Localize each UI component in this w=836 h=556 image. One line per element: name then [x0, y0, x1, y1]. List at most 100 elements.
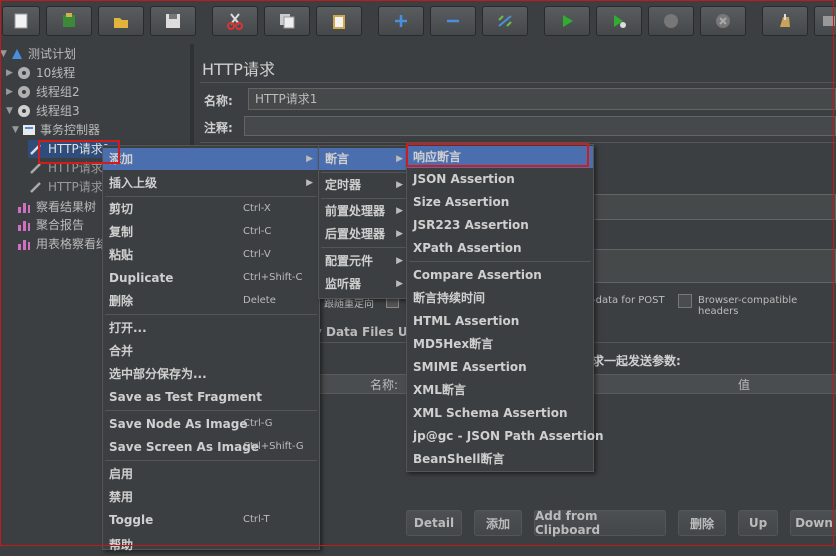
paste-button[interactable]: [316, 6, 362, 36]
tree-node-test-plan[interactable]: ▼ 测试计划: [0, 45, 76, 63]
up-button[interactable]: Up: [738, 510, 778, 536]
menu-item-response-assertion[interactable]: 响应断言: [407, 146, 593, 168]
column-header-value[interactable]: 值: [738, 376, 750, 393]
menu-item-toggle[interactable]: Toggle Ctrl-T: [103, 509, 319, 531]
menu-item-size-assertion[interactable]: Size Assertion: [407, 191, 593, 213]
menu-item-xpath-assertion[interactable]: XPath Assertion: [407, 237, 593, 259]
gear-icon: [18, 86, 30, 98]
tree-node-view-results-tree[interactable]: 察看结果树: [16, 198, 96, 216]
browser-headers-checkbox[interactable]: [678, 294, 692, 308]
column-header-name[interactable]: 名称:: [370, 376, 398, 393]
menu-item-enable[interactable]: 启用: [103, 463, 319, 485]
tree-node-transaction-controller[interactable]: ▼ 事务控制器: [12, 121, 100, 139]
menu-item-disable[interactable]: 禁用: [103, 486, 319, 508]
menu-item-open[interactable]: 打开...: [103, 317, 319, 339]
menu-item-add[interactable]: 添加 ▶: [103, 148, 319, 170]
menu-item-html-assertion[interactable]: HTML Assertion: [407, 310, 593, 332]
clear-all-button[interactable]: [814, 6, 836, 36]
collapse-arrow-icon[interactable]: ▼: [12, 121, 22, 139]
menu-item-label: jp@gc - JSON Path Assertion: [413, 429, 604, 443]
menu-item-json-assertion[interactable]: JSON Assertion: [407, 168, 593, 190]
menu-item-delete[interactable]: 删除 Delete: [103, 290, 319, 312]
menu-item-xml-assertion[interactable]: XML断言: [407, 379, 593, 401]
menu-item-assertions[interactable]: 断言 ▶: [319, 148, 409, 170]
collapse-arrow-icon[interactable]: ▼: [0, 45, 10, 63]
menu-item-save-selection[interactable]: 选中部分保存为...: [103, 363, 319, 385]
menu-item-smime-assertion[interactable]: SMIME Assertion: [407, 356, 593, 378]
collapse-arrow-icon[interactable]: ▼: [6, 102, 16, 120]
cut-button[interactable]: [212, 6, 258, 36]
collapse-button[interactable]: [430, 6, 476, 36]
start-no-pauses-button[interactable]: [596, 6, 642, 36]
open-button[interactable]: [98, 6, 144, 36]
tree-node-thread-group[interactable]: ▼ 线程组3: [6, 102, 80, 120]
start-button[interactable]: [544, 6, 590, 36]
collapse-icon: [447, 19, 459, 23]
expand-arrow-icon[interactable]: ▶: [6, 83, 16, 101]
name-field[interactable]: HTTP请求1: [248, 88, 836, 110]
cut-icon: [227, 13, 243, 30]
menu-item-save-screen-image[interactable]: Save Screen As Image Ctrl+Shift-G: [103, 436, 319, 458]
menu-item-compare-assertion[interactable]: Compare Assertion: [407, 264, 593, 286]
menu-item-json-path-assertion[interactable]: jp@gc - JSON Path Assertion: [407, 425, 604, 447]
add-button[interactable]: 添加: [474, 510, 522, 536]
add-from-clipboard-button[interactable]: Add from Clipboard: [534, 509, 666, 537]
delete-button[interactable]: 删除: [678, 510, 726, 536]
menu-item-post-processors[interactable]: 后置处理器 ▶: [319, 223, 409, 245]
submenu-arrow-icon: ▶: [396, 256, 403, 266]
menu-item-label: Save as Test Fragment: [109, 390, 263, 404]
menu-item-help[interactable]: 帮助: [103, 534, 319, 556]
menu-item-label: Save Node As Image: [109, 417, 248, 431]
comment-field[interactable]: [244, 116, 836, 136]
menu-item-label: Save Screen As Image: [109, 440, 259, 454]
menu-item-pre-processors[interactable]: 前置处理器 ▶: [319, 200, 409, 222]
menu-item-label: 前置处理器: [325, 204, 386, 218]
expand-button[interactable]: [378, 6, 424, 36]
expand-arrow-icon[interactable]: ▶: [6, 64, 16, 82]
menu-item-save-test-fragment[interactable]: Save as Test Fragment: [103, 386, 319, 408]
menu-item-listeners[interactable]: 监听器 ▶: [319, 273, 409, 295]
menu-item-merge[interactable]: 合并: [103, 340, 319, 362]
new-button[interactable]: [2, 6, 40, 36]
menu-item-timers[interactable]: 定时器 ▶: [319, 174, 409, 196]
shutdown-button[interactable]: [700, 6, 746, 36]
gear-icon: [18, 105, 30, 117]
menu-item-label: XML断言: [413, 383, 466, 397]
tree-node-aggregate-report[interactable]: 聚合报告: [16, 216, 84, 234]
tree-node-label: 线程组3: [36, 104, 80, 118]
tree-node-http-request[interactable]: HTTP请求: [28, 178, 103, 196]
menu-item-duration-assertion[interactable]: 断言持续时间: [407, 287, 593, 309]
tree-node-label: 测试计划: [28, 47, 77, 61]
menu-item-save-node-image[interactable]: Save Node As Image Ctrl-G: [103, 413, 319, 435]
menu-item-beanshell-assertion[interactable]: BeanShell断言: [407, 448, 593, 470]
menu-item-config-elements[interactable]: 配置元件 ▶: [319, 250, 409, 272]
clear-button[interactable]: [762, 6, 808, 36]
menu-item-duplicate[interactable]: Duplicate Ctrl+Shift-C: [103, 267, 319, 289]
tree-node-thread-group[interactable]: ▶ 10线程: [6, 64, 75, 82]
templates-button[interactable]: [46, 6, 92, 36]
server-field[interactable]: [592, 194, 836, 220]
detail-button[interactable]: Detail: [406, 510, 462, 536]
toggle-button[interactable]: [482, 6, 528, 36]
menu-item-xml-schema-assertion[interactable]: XML Schema Assertion: [407, 402, 593, 424]
menu-item-shortcut: Ctrl+Shift-G: [243, 441, 304, 452]
pipette-icon: [30, 182, 41, 193]
menu-item-cut[interactable]: 剪切 Ctrl-X: [103, 198, 319, 220]
down-button[interactable]: Down: [790, 510, 836, 536]
menu-item-jsr223-assertion[interactable]: JSR223 Assertion: [407, 214, 593, 236]
menu-item-insert-parent[interactable]: 插入上级 ▶: [103, 172, 319, 194]
path-field[interactable]: [592, 249, 836, 283]
save-button[interactable]: [150, 6, 196, 36]
submenu-arrow-icon: ▶: [396, 206, 403, 216]
tree-node-thread-group[interactable]: ▶ 线程组2: [6, 83, 80, 101]
tab-body-data[interactable]: y Data: [314, 325, 358, 339]
menu-item-md5hex-assertion[interactable]: MD5Hex断言: [407, 333, 593, 355]
tree-node-label: HTTP请求: [48, 180, 103, 194]
menu-item-paste[interactable]: 粘贴 Ctrl-V: [103, 244, 319, 266]
menu-item-shortcut: Ctrl-T: [243, 514, 270, 525]
stop-button[interactable]: [648, 6, 694, 36]
copy-icon: [280, 14, 295, 29]
tree-node-http-request[interactable]: HTTP请求: [28, 159, 103, 177]
menu-item-copy[interactable]: 复制 Ctrl-C: [103, 221, 319, 243]
copy-button[interactable]: [264, 6, 310, 36]
